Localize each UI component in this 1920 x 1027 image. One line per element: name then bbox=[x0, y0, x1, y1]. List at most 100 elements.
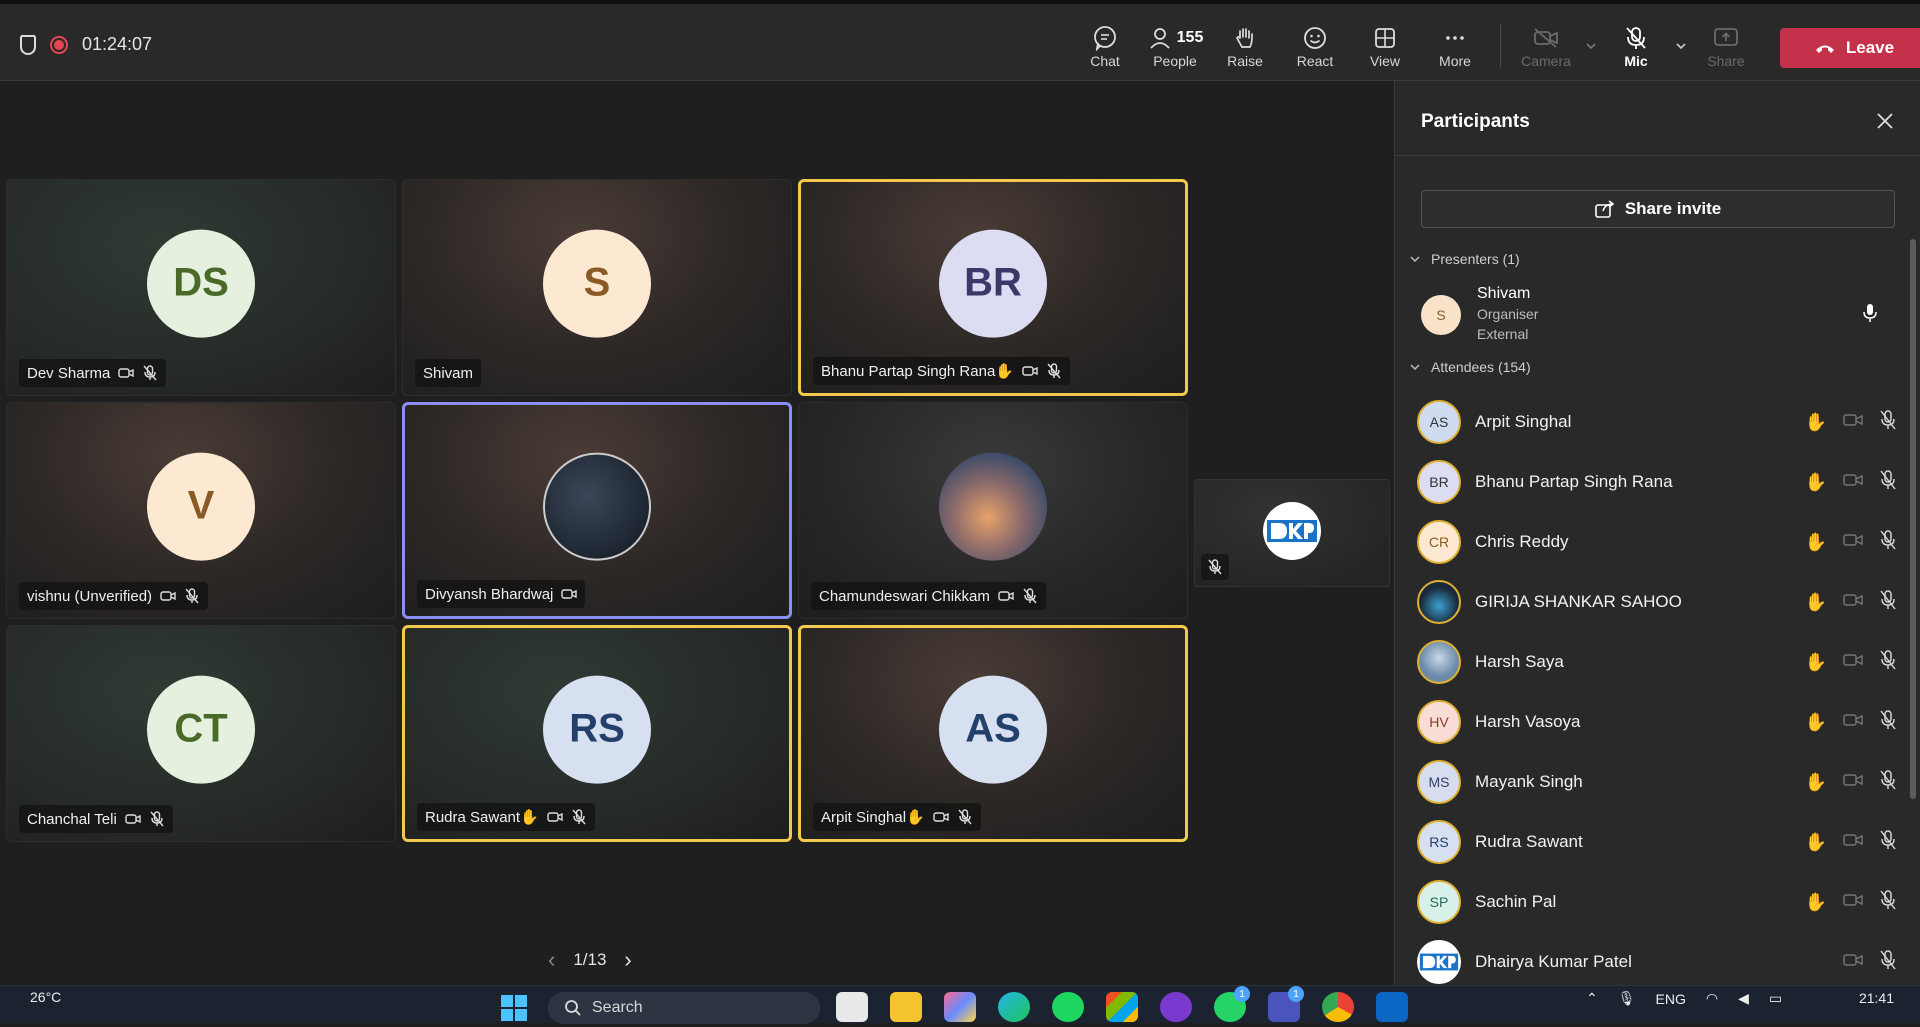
attendee-name: Harsh Saya bbox=[1475, 652, 1564, 671]
share-button[interactable]: Share bbox=[1691, 8, 1761, 84]
file-explorer-icon[interactable] bbox=[890, 992, 922, 1022]
edge-icon[interactable] bbox=[998, 992, 1030, 1022]
leave-button[interactable]: Leave bbox=[1780, 28, 1920, 68]
tile-nameplate: Rudra Sawant✋ bbox=[417, 803, 595, 831]
attendees-header: Attendees (154) bbox=[1431, 359, 1531, 375]
mic-off-icon bbox=[1879, 469, 1897, 495]
share-invite-label: Share invite bbox=[1624, 199, 1722, 218]
store-icon[interactable] bbox=[1106, 992, 1138, 1022]
microphone-icon[interactable]: 🎙 bbox=[1618, 990, 1636, 1007]
participant-tile[interactable]: RS Rudra Sawant✋ bbox=[402, 625, 792, 842]
attendee-name: Mayank Singh bbox=[1475, 772, 1583, 791]
mic-options-chevron-icon[interactable] bbox=[1671, 8, 1691, 84]
share-invite-button[interactable]: Share invite bbox=[1421, 190, 1895, 228]
participant-tile[interactable]: BR Bhanu Partap Singh Rana✋ bbox=[798, 179, 1188, 396]
windows-start-icon[interactable] bbox=[500, 994, 528, 1027]
teams-icon[interactable]: 1 bbox=[1268, 986, 1304, 1022]
linkedin-icon[interactable] bbox=[1376, 992, 1408, 1022]
avatar: RS bbox=[543, 675, 651, 784]
participant-tile[interactable]: Divyansh Bhardwaj bbox=[402, 402, 792, 619]
mic-on-icon bbox=[1863, 303, 1877, 328]
windows-taskbar: 26°C Search 1 1 ⌃ 🎙 ENG ◠ ◀ ▭ 21:41 bbox=[0, 985, 1920, 1024]
panel-scrollbar[interactable] bbox=[1910, 239, 1916, 799]
people-button[interactable]: 155 People bbox=[1140, 8, 1210, 84]
list-item[interactable]: GIRIJA SHANKAR SAHOO ✋ bbox=[1417, 572, 1907, 632]
list-item[interactable]: Dhairya Kumar Patel bbox=[1417, 932, 1907, 992]
presenter-row[interactable]: S Shivam Organiser External bbox=[1421, 285, 1895, 345]
camera-button[interactable]: Camera bbox=[1511, 8, 1581, 84]
participant-tile[interactable]: CT Chanchal Teli bbox=[6, 625, 396, 842]
next-page-icon[interactable]: › bbox=[624, 947, 631, 973]
volume-icon[interactable]: ◀ bbox=[1738, 990, 1749, 1007]
copilot-icon[interactable] bbox=[944, 992, 976, 1022]
taskbar-clock[interactable]: 21:41 bbox=[1859, 990, 1894, 1006]
close-icon[interactable] bbox=[1876, 109, 1894, 137]
more-label: More bbox=[1439, 53, 1471, 69]
camera-off-icon bbox=[1843, 772, 1863, 793]
attendee-name: Sachin Pal bbox=[1475, 892, 1557, 911]
view-button[interactable]: View bbox=[1350, 8, 1420, 84]
page-indicator: 1/13 bbox=[573, 950, 607, 969]
attendee-name: Harsh Vasoya bbox=[1475, 712, 1581, 731]
mic-off-icon bbox=[184, 588, 200, 604]
task-view-icon[interactable] bbox=[836, 992, 868, 1022]
chevron-up-icon[interactable]: ⌃ bbox=[1586, 990, 1598, 1007]
chat-label: Chat bbox=[1090, 53, 1120, 69]
camera-options-chevron-icon[interactable] bbox=[1581, 8, 1601, 84]
mic-button[interactable]: Mic bbox=[1601, 8, 1671, 84]
view-label: View bbox=[1369, 53, 1401, 69]
attendees-section-toggle[interactable]: Attendees (154) bbox=[1409, 359, 1531, 375]
participant-tile[interactable]: Chamundeswari Chikkam bbox=[798, 402, 1188, 619]
attendee-name: Bhanu Partap Singh Rana bbox=[1475, 472, 1673, 491]
hand-icon bbox=[1232, 23, 1258, 53]
tile-nameplate: Chanchal Teli bbox=[19, 805, 173, 833]
language-indicator[interactable]: ENG bbox=[1656, 991, 1686, 1007]
mic-off-icon bbox=[1879, 409, 1897, 435]
participant-tile[interactable]: V vishnu (Unverified) bbox=[6, 402, 396, 619]
list-item[interactable]: Harsh Saya ✋ bbox=[1417, 632, 1907, 692]
battery-icon[interactable]: ▭ bbox=[1769, 990, 1782, 1007]
list-item[interactable]: HV Harsh Vasoya ✋ bbox=[1417, 692, 1907, 752]
mic-off-icon bbox=[957, 809, 973, 825]
mic-off-icon bbox=[1879, 829, 1897, 855]
mic-off-icon bbox=[1879, 949, 1897, 975]
react-button[interactable]: React bbox=[1280, 8, 1350, 84]
chat-button[interactable]: Chat bbox=[1070, 8, 1140, 84]
participant-tile[interactable]: S Shivam bbox=[402, 179, 792, 396]
attendee-name: Arpit Singhal bbox=[1475, 412, 1572, 431]
list-item[interactable]: BR Bhanu Partap Singh Rana ✋ bbox=[1417, 452, 1907, 512]
list-item[interactable]: MS Mayank Singh ✋ bbox=[1417, 752, 1907, 812]
wifi-icon[interactable]: ◠ bbox=[1706, 990, 1718, 1007]
overflow-participant-tile[interactable] bbox=[1194, 479, 1390, 587]
shield-icon bbox=[20, 34, 36, 55]
list-item[interactable]: AS Arpit Singhal ✋ bbox=[1417, 392, 1907, 452]
presenter-type: External bbox=[1477, 326, 1529, 342]
system-tray: ⌃ 🎙 ENG ◠ ◀ ▭ bbox=[1586, 990, 1782, 1007]
more-button[interactable]: More bbox=[1420, 8, 1490, 84]
clock-time: 21:41 bbox=[1858, 990, 1894, 1006]
chevron-down-icon bbox=[1410, 256, 1420, 263]
whatsapp-icon[interactable]: 1 bbox=[1214, 986, 1250, 1022]
camera-off-icon bbox=[1843, 952, 1863, 973]
participant-tile[interactable]: AS Arpit Singhal✋ bbox=[798, 625, 1188, 842]
chrome-icon[interactable] bbox=[1322, 992, 1354, 1022]
spotify-icon[interactable] bbox=[1052, 992, 1084, 1022]
prev-page-icon[interactable]: ‹ bbox=[548, 947, 555, 973]
grid-icon bbox=[1373, 23, 1397, 53]
weather-widget[interactable]: 26°C bbox=[30, 989, 61, 1005]
list-item[interactable]: SP Sachin Pal ✋ bbox=[1417, 872, 1907, 932]
mic-off-icon bbox=[1879, 649, 1897, 675]
taskbar-search[interactable]: Search bbox=[548, 992, 820, 1024]
camera-off-icon bbox=[125, 811, 141, 827]
camera-off-icon bbox=[1843, 532, 1863, 553]
avatar: CR bbox=[1417, 520, 1461, 564]
raise-hand-button[interactable]: Raise bbox=[1210, 8, 1280, 84]
camera-label: Camera bbox=[1521, 53, 1571, 69]
list-item[interactable]: CR Chris Reddy ✋ bbox=[1417, 512, 1907, 572]
participant-tile[interactable]: DS Dev Sharma bbox=[6, 179, 396, 396]
toolbar-divider bbox=[1500, 24, 1501, 68]
meeting-toolbar: 01:24:07 Chat 155 People Raise React Vie… bbox=[0, 0, 1920, 84]
app-icon[interactable] bbox=[1160, 992, 1192, 1022]
presenters-section-toggle[interactable]: Presenters (1) bbox=[1409, 251, 1520, 267]
list-item[interactable]: RS Rudra Sawant ✋ bbox=[1417, 812, 1907, 872]
